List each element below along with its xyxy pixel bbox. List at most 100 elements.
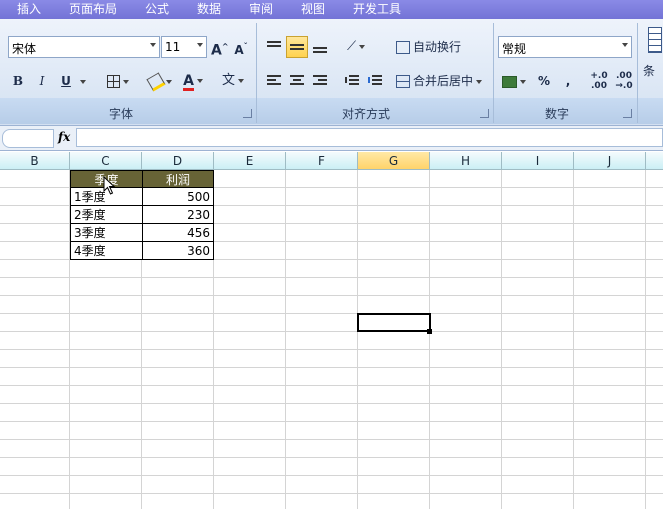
orientation-button[interactable]: ⟋ xyxy=(342,36,370,58)
table-cell-profit[interactable]: 360 xyxy=(142,242,214,260)
align-top-icon xyxy=(267,41,281,53)
column-header-e[interactable]: E xyxy=(214,152,286,170)
text-orientation-icon: ⟋ xyxy=(346,39,357,54)
tab-formulas[interactable]: 公式 xyxy=(145,1,169,18)
table-cell-profit[interactable]: 500 xyxy=(142,188,214,206)
column-header-j[interactable]: J xyxy=(574,152,646,170)
wrap-text-icon xyxy=(396,41,410,54)
number-format-combo[interactable]: 常规 xyxy=(498,36,632,58)
align-middle-icon xyxy=(290,42,304,54)
align-bottom-button[interactable] xyxy=(310,36,330,58)
font-size-value: 11 xyxy=(165,40,181,54)
underline-button[interactable]: U xyxy=(58,70,74,92)
merge-center-label: 合并后居中 xyxy=(413,74,474,88)
chevron-down-icon xyxy=(150,43,156,47)
chevron-down-icon xyxy=(622,43,628,47)
merge-center-button[interactable]: 合并后居中 xyxy=(396,70,488,92)
group-separator xyxy=(493,23,494,123)
font-name-value: 宋体 xyxy=(12,42,37,56)
align-middle-button[interactable] xyxy=(286,36,308,58)
fill-color-button[interactable] xyxy=(144,70,176,92)
conditional-format-button[interactable] xyxy=(648,27,663,57)
increase-decimal-button[interactable]: +.0 .00 xyxy=(588,70,610,93)
increase-indent-icon xyxy=(368,75,382,87)
increase-indent-button[interactable] xyxy=(365,70,385,92)
percent-button[interactable]: % xyxy=(535,70,553,92)
column-header-partial[interactable] xyxy=(646,152,663,170)
font-size-combo[interactable]: 11 xyxy=(161,36,207,58)
font-name-combo[interactable]: 宋体 xyxy=(8,36,160,58)
chevron-down-icon xyxy=(79,79,86,84)
align-right-button[interactable] xyxy=(310,70,330,92)
grow-font-button[interactable]: A^ xyxy=(211,36,229,59)
table-header-profit[interactable]: 利润 xyxy=(142,170,214,188)
bold-button[interactable]: B xyxy=(10,70,26,92)
chevron-down-icon xyxy=(476,79,483,84)
underline-dropdown[interactable] xyxy=(76,70,86,92)
font-color-button[interactable]: A xyxy=(180,70,206,92)
column-header-b[interactable]: B xyxy=(0,152,70,170)
pinyin-button[interactable]: 文 xyxy=(218,70,248,92)
ribbon: 宋体 11 A^ Aˇ B I U A 文 字体 ⟋ 自动换行 合并后居中 对齐… xyxy=(0,19,663,126)
chevron-down-icon xyxy=(359,44,366,49)
number-format-value: 常规 xyxy=(502,42,527,56)
align-left-icon xyxy=(267,75,281,87)
decrease-indent-button[interactable] xyxy=(342,70,362,92)
group-separator xyxy=(637,23,638,123)
tab-view[interactable]: 视图 xyxy=(301,1,325,18)
border-button[interactable] xyxy=(102,70,134,92)
italic-button[interactable]: I xyxy=(34,70,50,92)
table-cell-quarter[interactable]: 3季度 xyxy=(70,224,142,242)
table-cell-quarter[interactable]: 2季度 xyxy=(70,206,142,224)
comma-style-button[interactable]: , xyxy=(561,70,575,92)
column-header-h[interactable]: H xyxy=(430,152,502,170)
currency-icon xyxy=(502,75,517,88)
table-cell-quarter[interactable]: 4季度 xyxy=(70,242,142,260)
tab-data[interactable]: 数据 xyxy=(197,1,221,18)
align-center-button[interactable] xyxy=(287,70,307,92)
alignment-dialog-launcher-icon[interactable] xyxy=(480,109,489,118)
fill-handle[interactable] xyxy=(427,329,432,334)
align-left-button[interactable] xyxy=(264,70,284,92)
font-color-icon: A xyxy=(183,73,194,91)
tab-review[interactable]: 审阅 xyxy=(249,1,273,18)
name-box[interactable] xyxy=(2,129,54,148)
column-header-i[interactable]: I xyxy=(502,152,574,170)
alignment-group-label: 对齐方式 xyxy=(342,107,391,121)
group-separator xyxy=(256,23,257,123)
wrap-text-button[interactable]: 自动换行 xyxy=(396,36,468,58)
active-cell-selection[interactable] xyxy=(357,313,431,332)
accounting-format-button[interactable] xyxy=(500,70,528,92)
chevron-down-icon xyxy=(238,78,244,83)
tab-insert[interactable]: 插入 xyxy=(17,1,41,18)
align-top-button[interactable] xyxy=(264,36,284,58)
column-header-g[interactable]: G xyxy=(358,152,430,170)
font-dialog-launcher-icon[interactable] xyxy=(243,109,252,118)
tab-developer[interactable]: 开发工具 xyxy=(353,1,401,18)
chevron-down-icon xyxy=(197,43,203,47)
formula-bar: fx xyxy=(0,126,663,151)
table-cell-profit[interactable]: 230 xyxy=(142,206,214,224)
shrink-font-button[interactable]: Aˇ xyxy=(233,36,249,58)
tab-page-layout[interactable]: 页面布局 xyxy=(69,1,117,18)
column-header-d[interactable]: D xyxy=(142,152,214,170)
decrease-indent-icon xyxy=(345,75,359,87)
formula-input[interactable] xyxy=(76,128,663,147)
insert-function-icon[interactable]: fx xyxy=(58,130,70,144)
chevron-down-icon xyxy=(165,79,172,84)
conditional-format-icon xyxy=(648,27,662,53)
column-header-c[interactable]: C xyxy=(70,152,142,170)
conditional-format-label: 条件 xyxy=(643,64,656,78)
font-group-label: 字体 xyxy=(109,107,134,121)
column-header-f[interactable]: F xyxy=(286,152,358,170)
align-center-icon xyxy=(290,75,304,87)
table-cell-profit[interactable]: 456 xyxy=(142,224,214,242)
ribbon-tab-bar: 插入 页面布局 公式 数据 审阅 视图 开发工具 xyxy=(0,0,663,19)
chevron-down-icon xyxy=(123,79,129,84)
pinyin-icon: 文 xyxy=(221,73,235,88)
mouse-cursor-icon xyxy=(103,176,116,195)
decrease-decimal-icon: .00 →.0 xyxy=(615,71,633,91)
decrease-decimal-button[interactable]: .00 →.0 xyxy=(613,70,635,93)
increase-decimal-icon: +.0 .00 xyxy=(590,71,608,91)
number-dialog-launcher-icon[interactable] xyxy=(623,109,632,118)
